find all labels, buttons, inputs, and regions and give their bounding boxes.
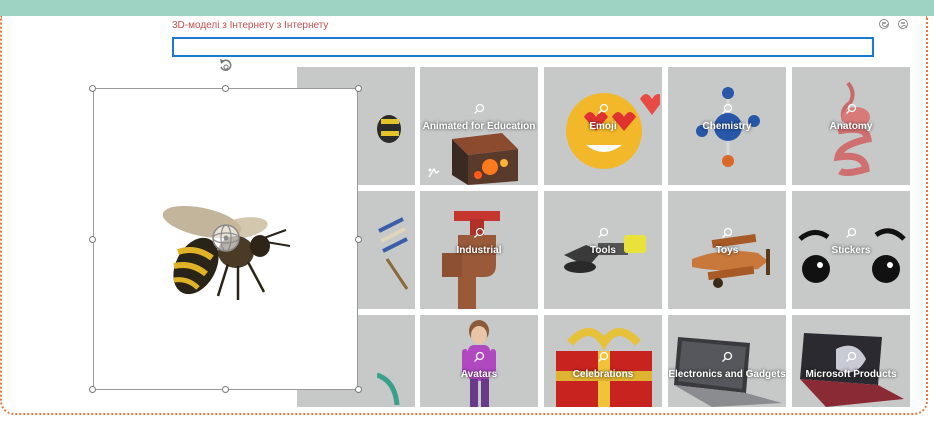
resize-handle-right[interactable] [355,236,362,243]
category-tile-stickers[interactable]: Stickers [792,191,910,309]
category-tile-tools[interactable]: Tools [544,191,662,309]
category-tile-toys[interactable]: Toys [668,191,786,309]
search-icon [598,227,609,238]
smiley-sad-icon[interactable] [898,19,908,29]
search-icon [846,351,857,362]
category-label: Celebrations [572,369,634,380]
search-input[interactable] [172,37,874,57]
bee-3d-model[interactable] [152,200,302,310]
category-label: Emoji [589,121,617,132]
dialog-title: 3D-моделі з Інтернету з Інтернету [172,20,329,31]
search-icon [598,351,609,362]
category-tile-industrial[interactable]: Industrial [420,191,538,309]
animation-icon [428,167,440,178]
category-label: Electronics and Gadgets [668,369,786,380]
search-icon [722,351,733,362]
category-label: Stickers [831,245,871,256]
category-tile-animated-for-education[interactable]: Animated for Education [420,67,538,185]
category-tile-chemistry[interactable]: Chemistry [668,67,786,185]
category-label: Anatomy [829,121,873,132]
resize-handle-bottom-right[interactable] [355,386,362,393]
search-icon [474,103,485,114]
resize-handle-left[interactable] [89,236,96,243]
resize-handle-bottom-left[interactable] [89,386,96,393]
search-icon [474,351,485,362]
search-icon [598,103,609,114]
search-icon [722,103,733,114]
resize-handle-bottom[interactable] [222,386,229,393]
smiley-happy-icon[interactable] [879,19,889,29]
resize-handle-top[interactable] [222,85,229,92]
category-label: Animated for Education [422,121,536,132]
category-label: Avatars [460,369,498,380]
search-icon [846,227,857,238]
category-label: Microsoft Products [805,369,897,380]
resize-handle-top-right[interactable] [355,85,362,92]
category-tile-celebrations[interactable]: Celebrations [544,315,662,407]
search-icon [846,103,857,114]
category-tile-microsoft-products[interactable]: Microsoft Products [792,315,910,407]
category-tile-avatars[interactable]: Avatars [420,315,538,407]
category-label: Toys [715,245,739,256]
category-tile-electronics-and-gadgets[interactable]: Electronics and Gadgets [668,315,786,407]
category-label: Chemistry [702,121,752,132]
top-band [0,0,934,16]
3d-orbit-control-icon[interactable] [210,222,242,254]
rotate-handle-icon[interactable] [217,57,235,75]
search-icon [722,227,733,238]
category-tile-emoji[interactable]: Emoji [544,67,662,185]
category-label: Tools [590,245,616,256]
category-tile-anatomy[interactable]: Anatomy [792,67,910,185]
search-icon [474,227,485,238]
category-label: Industrial [456,245,502,256]
resize-handle-top-left[interactable] [89,85,96,92]
